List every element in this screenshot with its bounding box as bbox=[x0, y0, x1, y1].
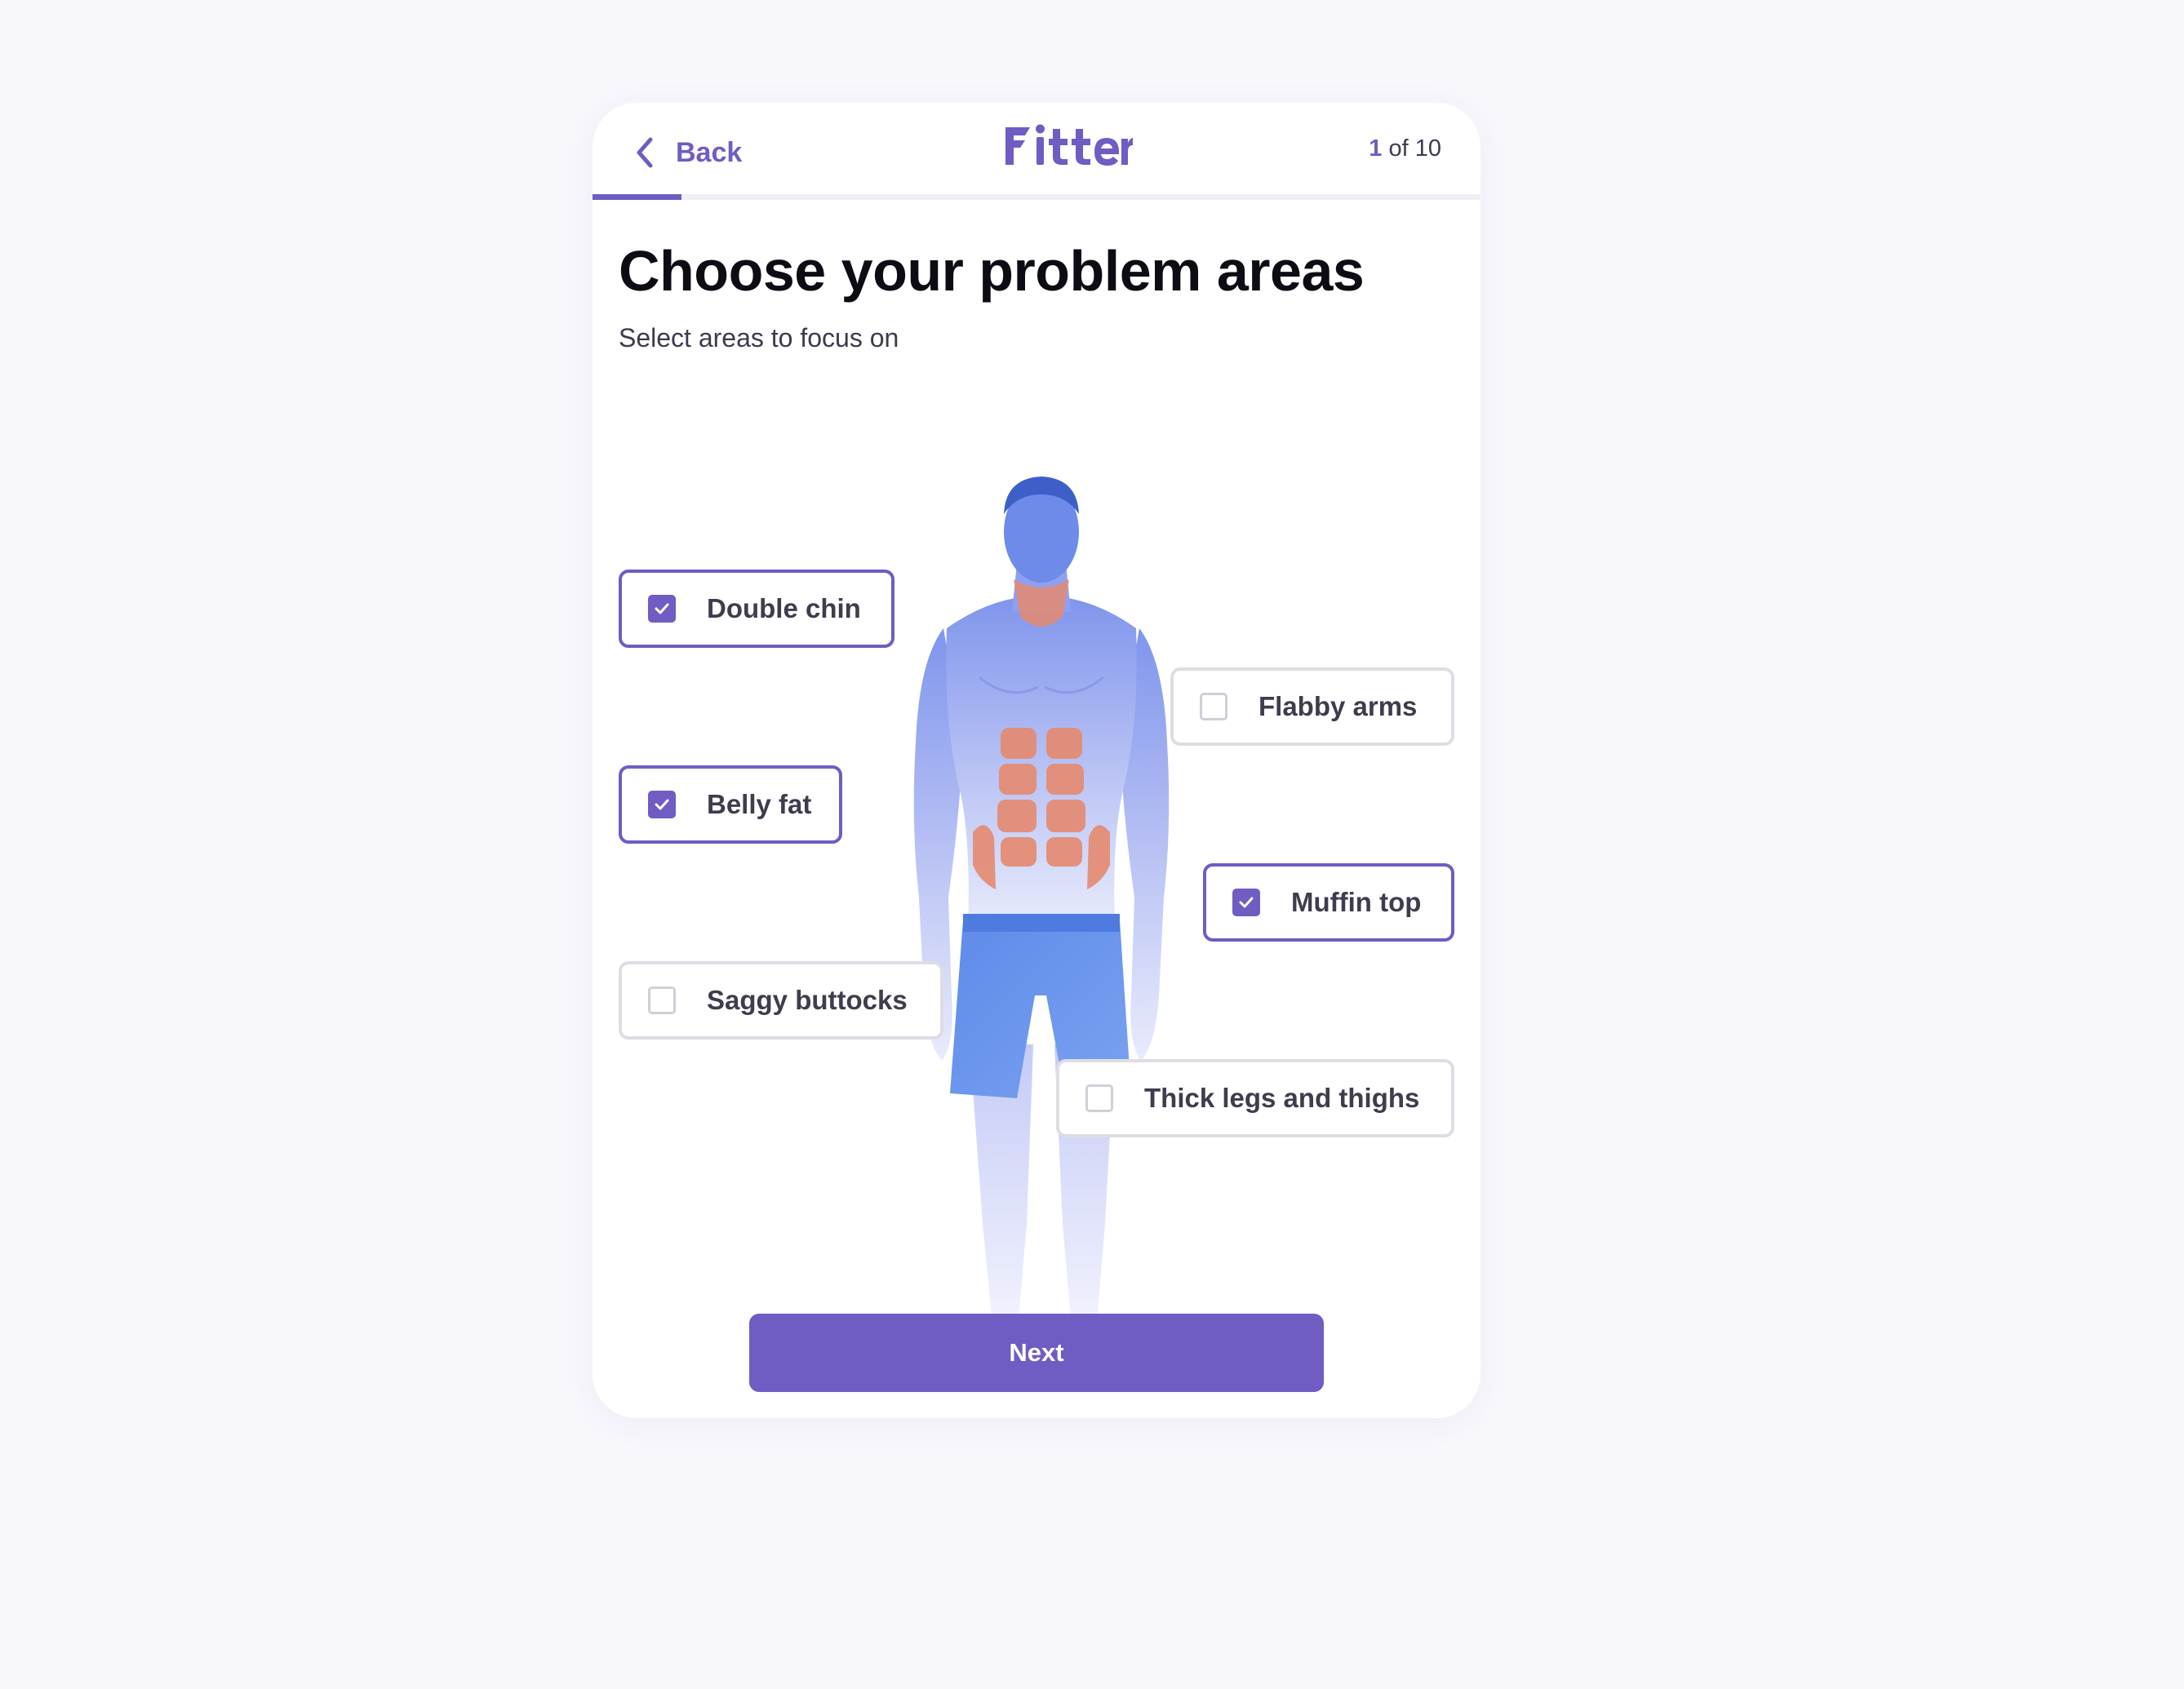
step-total: of 10 bbox=[1382, 135, 1441, 162]
progress-fill bbox=[593, 194, 681, 200]
checkbox[interactable] bbox=[1085, 1084, 1113, 1112]
option-saggy-buttocks[interactable]: Saggy buttocks bbox=[619, 961, 943, 1040]
option-label: Muffin top bbox=[1291, 887, 1422, 917]
step-counter: 1 of 10 bbox=[1369, 135, 1441, 162]
checkbox[interactable] bbox=[1200, 693, 1227, 720]
check-icon bbox=[655, 799, 669, 810]
option-flabby-arms[interactable]: Flabby arms bbox=[1170, 667, 1454, 746]
checkbox[interactable] bbox=[648, 791, 676, 818]
checkbox[interactable] bbox=[648, 986, 676, 1014]
option-double-chin[interactable]: Double chin bbox=[619, 570, 894, 648]
option-belly-fat[interactable]: Belly fat bbox=[619, 765, 842, 844]
check-icon bbox=[655, 603, 669, 614]
option-label: Thick legs and thighs bbox=[1144, 1083, 1420, 1113]
step-current: 1 bbox=[1369, 135, 1383, 162]
header: Back 1 of 10 bbox=[593, 103, 1480, 201]
chevron-left-icon bbox=[635, 136, 655, 169]
progress-bar bbox=[593, 194, 1480, 200]
checkbox[interactable] bbox=[648, 595, 676, 623]
back-button[interactable]: Back bbox=[635, 127, 742, 178]
page-title: Choose your problem areas bbox=[619, 239, 1365, 303]
check-icon bbox=[1239, 897, 1254, 908]
option-label: Belly fat bbox=[707, 789, 812, 819]
option-label: Flabby arms bbox=[1258, 691, 1418, 721]
page-subtitle: Select areas to focus on bbox=[619, 323, 899, 352]
option-label: Saggy buttocks bbox=[707, 985, 908, 1015]
option-muffin-top[interactable]: Muffin top bbox=[1203, 863, 1454, 942]
option-label: Double chin bbox=[707, 593, 861, 623]
checkbox[interactable] bbox=[1232, 889, 1260, 916]
fitter-logo bbox=[1002, 121, 1133, 168]
body-figure-image bbox=[894, 473, 1188, 1379]
next-button[interactable]: Next bbox=[749, 1314, 1324, 1392]
option-thick-legs-and-thighs[interactable]: Thick legs and thighs bbox=[1056, 1059, 1454, 1137]
back-label: Back bbox=[676, 136, 743, 168]
quiz-card: Back 1 of 10 Choose your problem areas S… bbox=[593, 103, 1480, 1418]
